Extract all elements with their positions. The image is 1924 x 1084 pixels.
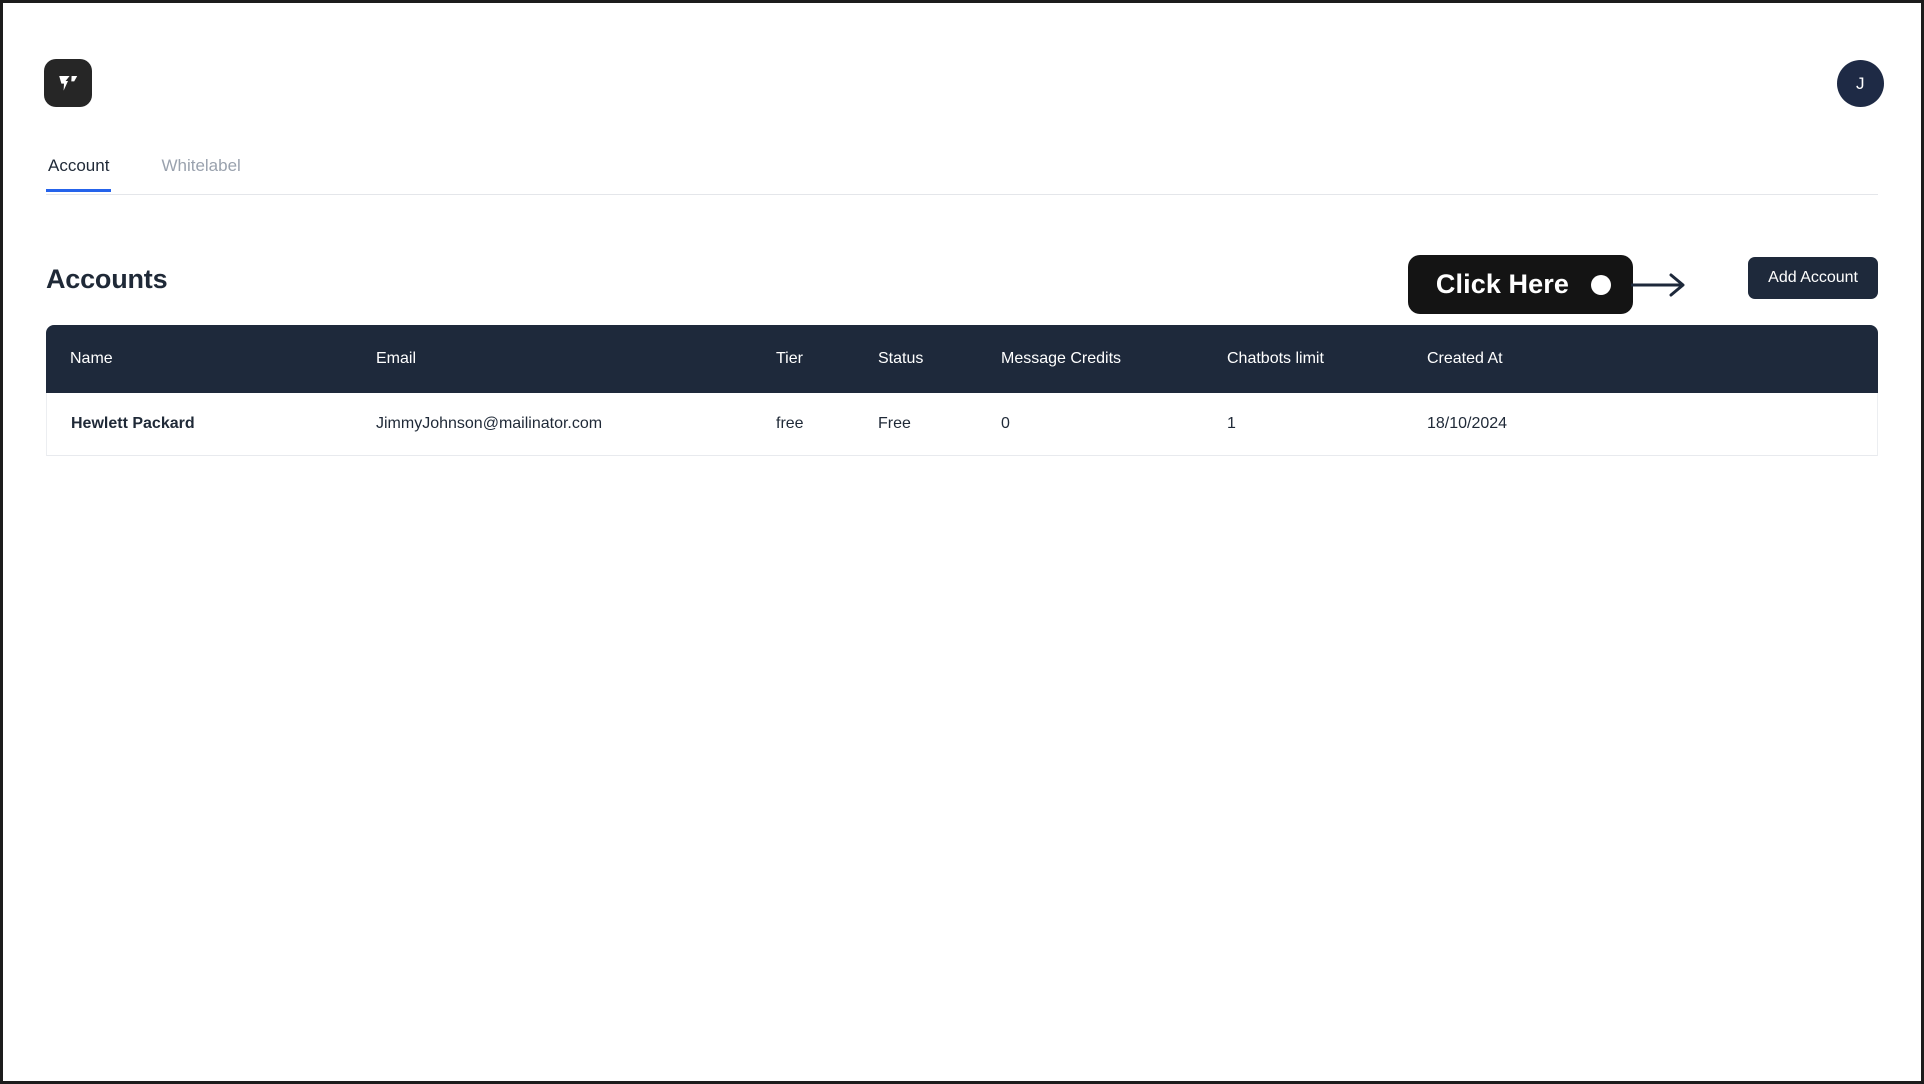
arrow-right-icon xyxy=(1631,273,1685,296)
table-row[interactable]: Hewlett Packard JimmyJohnson@mailinator.… xyxy=(46,393,1878,456)
avatar[interactable]: J xyxy=(1837,60,1884,107)
click-here-callout: Click Here xyxy=(1407,255,1693,314)
tab-bar: Account Whitelabel xyxy=(46,151,1878,195)
cell-email: JimmyJohnson@mailinator.com xyxy=(376,393,776,456)
brand-logo-icon[interactable] xyxy=(44,59,92,107)
cell-status: Free xyxy=(878,393,1001,456)
column-header-tier[interactable]: Tier xyxy=(776,325,878,393)
avatar-initial: J xyxy=(1856,73,1865,93)
add-account-button[interactable]: Add Account xyxy=(1748,257,1878,299)
add-account-label: Add Account xyxy=(1768,269,1858,286)
column-header-status[interactable]: Status xyxy=(878,325,1001,393)
column-header-name[interactable]: Name xyxy=(46,325,376,393)
column-header-email[interactable]: Email xyxy=(376,325,776,393)
accounts-table-container: Name Email Tier Status Message Credits C… xyxy=(46,325,1878,456)
column-header-chatbots-limit[interactable]: Chatbots limit xyxy=(1227,325,1427,393)
cell-message-credits: 0 xyxy=(1001,393,1227,456)
table-body: Hewlett Packard JimmyJohnson@mailinator.… xyxy=(46,393,1878,456)
callout-bubble: Click Here xyxy=(1407,255,1633,314)
column-header-message-credits[interactable]: Message Credits xyxy=(1001,325,1227,393)
cell-name: Hewlett Packard xyxy=(46,393,376,456)
callout-label: Click Here xyxy=(1435,269,1569,299)
column-header-created-at[interactable]: Created At xyxy=(1427,325,1878,393)
app-window: J Account Whitelabel Accounts Click Here… xyxy=(0,0,1924,1084)
cursor-dot-icon xyxy=(1591,274,1611,295)
page-title: Accounts xyxy=(46,264,168,294)
accounts-table: Name Email Tier Status Message Credits C… xyxy=(46,325,1878,456)
cell-created-at: 18/10/2024 xyxy=(1427,393,1878,456)
top-bar: J xyxy=(3,3,1921,135)
tab-whitelabel-label: Whitelabel xyxy=(161,156,241,175)
cell-chatbots-limit: 1 xyxy=(1227,393,1427,456)
page-header: Accounts Click Here Add Account xyxy=(46,251,1878,315)
tab-account[interactable]: Account xyxy=(46,151,112,192)
tab-whitelabel[interactable]: Whitelabel xyxy=(159,151,242,192)
tab-account-label: Account xyxy=(48,156,110,175)
table-header: Name Email Tier Status Message Credits C… xyxy=(46,325,1878,393)
table-header-row: Name Email Tier Status Message Credits C… xyxy=(46,325,1878,393)
cell-tier: free xyxy=(776,393,878,456)
